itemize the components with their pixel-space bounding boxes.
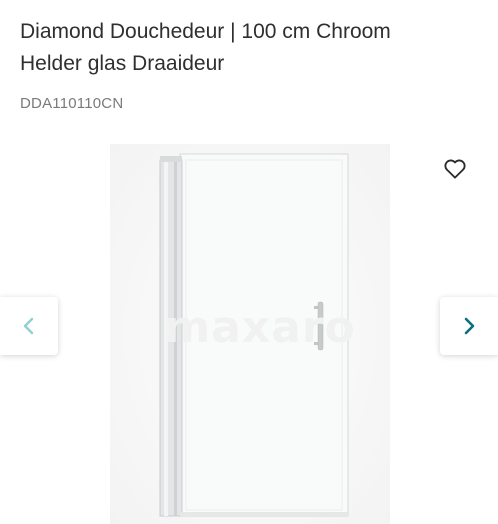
chevron-right-icon xyxy=(464,317,475,335)
gallery-prev-button[interactable] xyxy=(0,297,58,355)
product-title-line-2: Helder glas Draaideur xyxy=(20,52,225,75)
product-title: Diamond Douchedeur | 100 cm Chroom Helde… xyxy=(20,16,480,80)
chevron-left-icon xyxy=(23,317,34,335)
heart-icon xyxy=(444,159,466,179)
gallery-next-button[interactable] xyxy=(440,297,498,355)
product-sku: DDA110110CN xyxy=(20,95,124,112)
shower-door-illustration xyxy=(159,153,349,517)
favorite-button[interactable] xyxy=(440,154,470,184)
product-title-line-1: Diamond Douchedeur | 100 cm Chroom xyxy=(20,20,391,43)
image-gallery: maxaro xyxy=(0,140,498,524)
product-image xyxy=(110,144,390,524)
